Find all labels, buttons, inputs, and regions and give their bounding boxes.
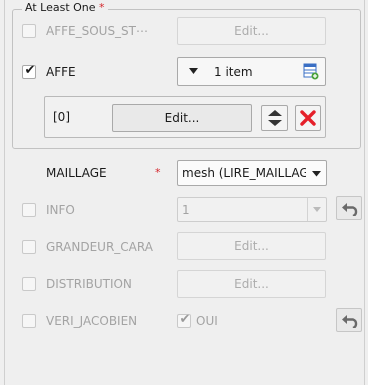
group-title: At Least One * (22, 1, 108, 14)
info-dropdown-button[interactable] (307, 198, 326, 221)
undo-icon (342, 315, 358, 328)
distribution-label: DISTRIBUTION (46, 277, 132, 291)
dropdown-arrow-icon (189, 68, 198, 74)
group-title-text: At Least One (25, 1, 96, 14)
grandeur-cara-checkbox[interactable] (22, 240, 36, 254)
affe-count-label: 1 item (214, 65, 253, 79)
affe-sous-st-label: AFFE_SOUS_ST⋯ (46, 24, 149, 38)
distribution-checkbox[interactable] (22, 277, 36, 291)
veri-jacobien-oui-label: OUI (196, 314, 218, 328)
delete-icon (300, 110, 316, 126)
required-star: * (99, 1, 105, 14)
right-splitter (364, 0, 365, 385)
delete-item-button[interactable] (295, 105, 321, 131)
affe-label: AFFE (46, 65, 76, 79)
info-combo[interactable]: 1 (177, 197, 327, 222)
info-checkbox[interactable] (22, 203, 36, 217)
move-up-down-icon (268, 110, 282, 126)
grandeur-cara-edit-button[interactable]: Edit... (177, 232, 326, 260)
affe-checkbox[interactable]: ✔ (22, 63, 36, 79)
maillage-select[interactable]: mesh (LIRE_MAILLAGE (177, 160, 327, 186)
chevron-down-icon (313, 207, 321, 212)
undo-icon (342, 203, 358, 216)
affe-item-edit-button[interactable]: Edit... (112, 104, 252, 132)
affe-item-list-combo[interactable]: 1 item (177, 57, 326, 86)
distribution-edit-button[interactable]: Edit... (177, 270, 326, 298)
left-splitter (4, 0, 5, 385)
veri-jacobien-oui-checkbox[interactable]: ✔ (177, 312, 191, 328)
affe-sous-st-edit-button[interactable]: Edit... (177, 17, 326, 45)
info-value: 1 (182, 203, 190, 217)
info-undo-button[interactable] (336, 196, 362, 220)
info-label: INFO (46, 203, 75, 217)
move-up-down-button[interactable] (261, 105, 288, 131)
affe-sous-st-checkbox[interactable] (22, 24, 36, 38)
maillage-label: MAILLAGE (46, 166, 107, 180)
grandeur-cara-label: GRANDEUR_CARA (46, 240, 153, 254)
veri-jacobien-label: VERI_JACOBIEN (46, 314, 138, 328)
veri-jacobien-checkbox[interactable] (22, 314, 36, 328)
chevron-down-icon (312, 171, 321, 177)
maillage-value: mesh (LIRE_MAILLAGE (182, 166, 306, 180)
table-add-icon[interactable] (303, 63, 319, 80)
maillage-required-star: * (155, 166, 161, 179)
affe-checkmark: ✔ (24, 63, 36, 78)
affe-item-row: [0] Edit... (44, 96, 326, 138)
affe-item-index: [0] (53, 110, 70, 124)
oui-checkmark: ✔ (179, 312, 191, 327)
veri-jacobien-undo-button[interactable] (336, 308, 362, 332)
